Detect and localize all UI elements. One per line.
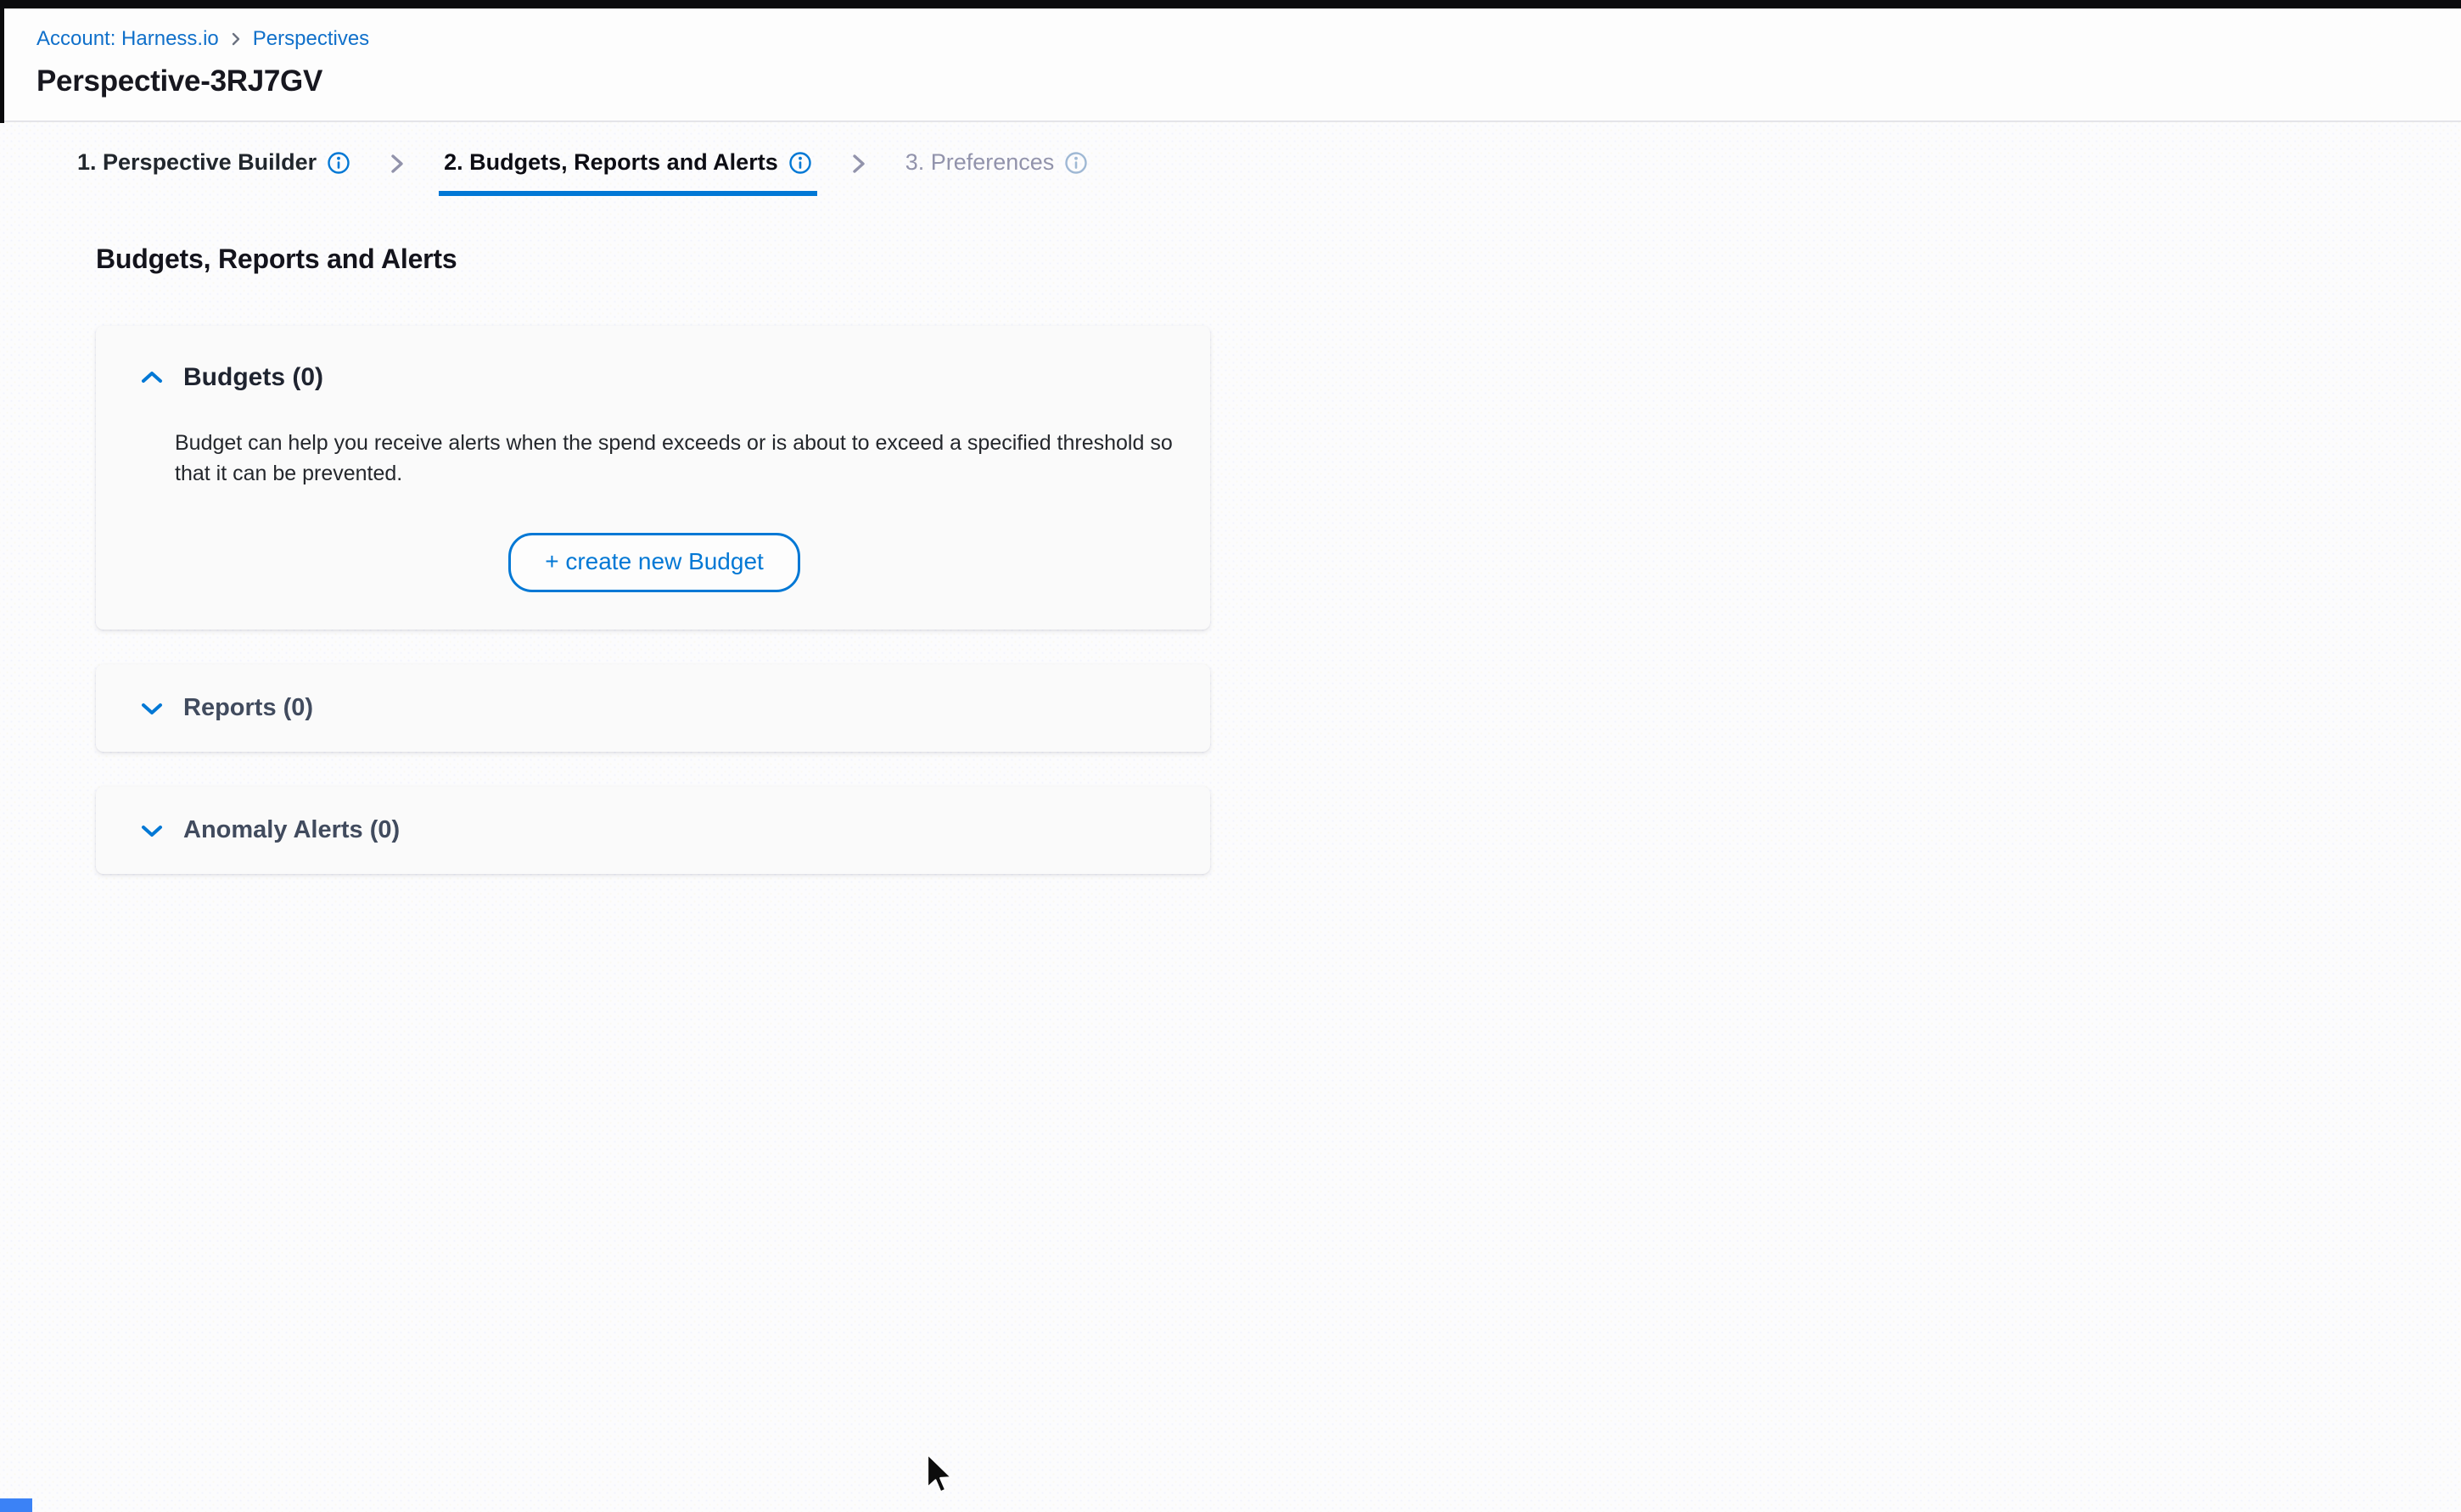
reports-card-header[interactable]: Reports (0) <box>139 694 313 722</box>
step-separator-icon <box>849 136 868 176</box>
breadcrumb-perspectives-link[interactable]: Perspectives <box>253 27 369 51</box>
info-icon[interactable] <box>788 151 812 175</box>
info-icon[interactable] <box>1064 151 1088 175</box>
page-title: Perspective-3RJ7GV <box>36 64 322 98</box>
screen-top-edge <box>0 0 2461 8</box>
anomaly-alerts-card: Anomaly Alerts (0) <box>96 787 1210 874</box>
chevron-down-icon[interactable] <box>139 699 165 718</box>
breadcrumb: Account: Harness.io Perspectives <box>36 27 369 51</box>
screen-left-edge <box>0 0 4 123</box>
create-new-budget-button[interactable]: + create new Budget <box>508 533 800 592</box>
budgets-card: Budgets (0) Budget can help you receive … <box>96 326 1210 630</box>
tab-perspective-builder[interactable]: 1. Perspective Builder <box>72 136 356 196</box>
anomaly-alerts-card-header[interactable]: Anomaly Alerts (0) <box>139 816 400 844</box>
budgets-card-header[interactable]: Budgets (0) <box>139 363 1169 392</box>
mouse-cursor-icon <box>925 1453 954 1499</box>
step-separator-icon <box>388 136 406 176</box>
chevron-down-icon[interactable] <box>139 821 165 840</box>
tab-label: 2. Budgets, Reports and Alerts <box>444 149 778 176</box>
tab-preferences[interactable]: 3. Preferences <box>900 136 1094 196</box>
reports-card: Reports (0) <box>96 664 1210 752</box>
chevron-up-icon[interactable] <box>139 368 165 387</box>
breadcrumb-separator-icon <box>229 31 243 48</box>
wizard-step-tabs: 1. Perspective Builder 2. Budgets, Repor… <box>72 136 1093 196</box>
page-header: Account: Harness.io Perspectives Perspec… <box>0 8 2461 122</box>
anomaly-alerts-card-title: Anomaly Alerts (0) <box>183 816 400 844</box>
desktop-corner-fragment <box>0 1498 32 1512</box>
budgets-description: Budget can help you receive alerts when … <box>175 428 1208 489</box>
tab-budgets-reports-alerts[interactable]: 2. Budgets, Reports and Alerts <box>439 136 817 196</box>
budgets-card-title: Budgets (0) <box>183 363 323 392</box>
main-content: Budgets, Reports and Alerts Budgets (0) … <box>0 216 2461 874</box>
breadcrumb-account-link[interactable]: Account: Harness.io <box>36 27 219 51</box>
tab-label: 3. Preferences <box>905 149 1055 176</box>
reports-card-title: Reports (0) <box>183 694 313 722</box>
info-icon[interactable] <box>327 151 350 175</box>
tab-label: 1. Perspective Builder <box>77 149 317 176</box>
section-heading: Budgets, Reports and Alerts <box>96 244 2461 275</box>
